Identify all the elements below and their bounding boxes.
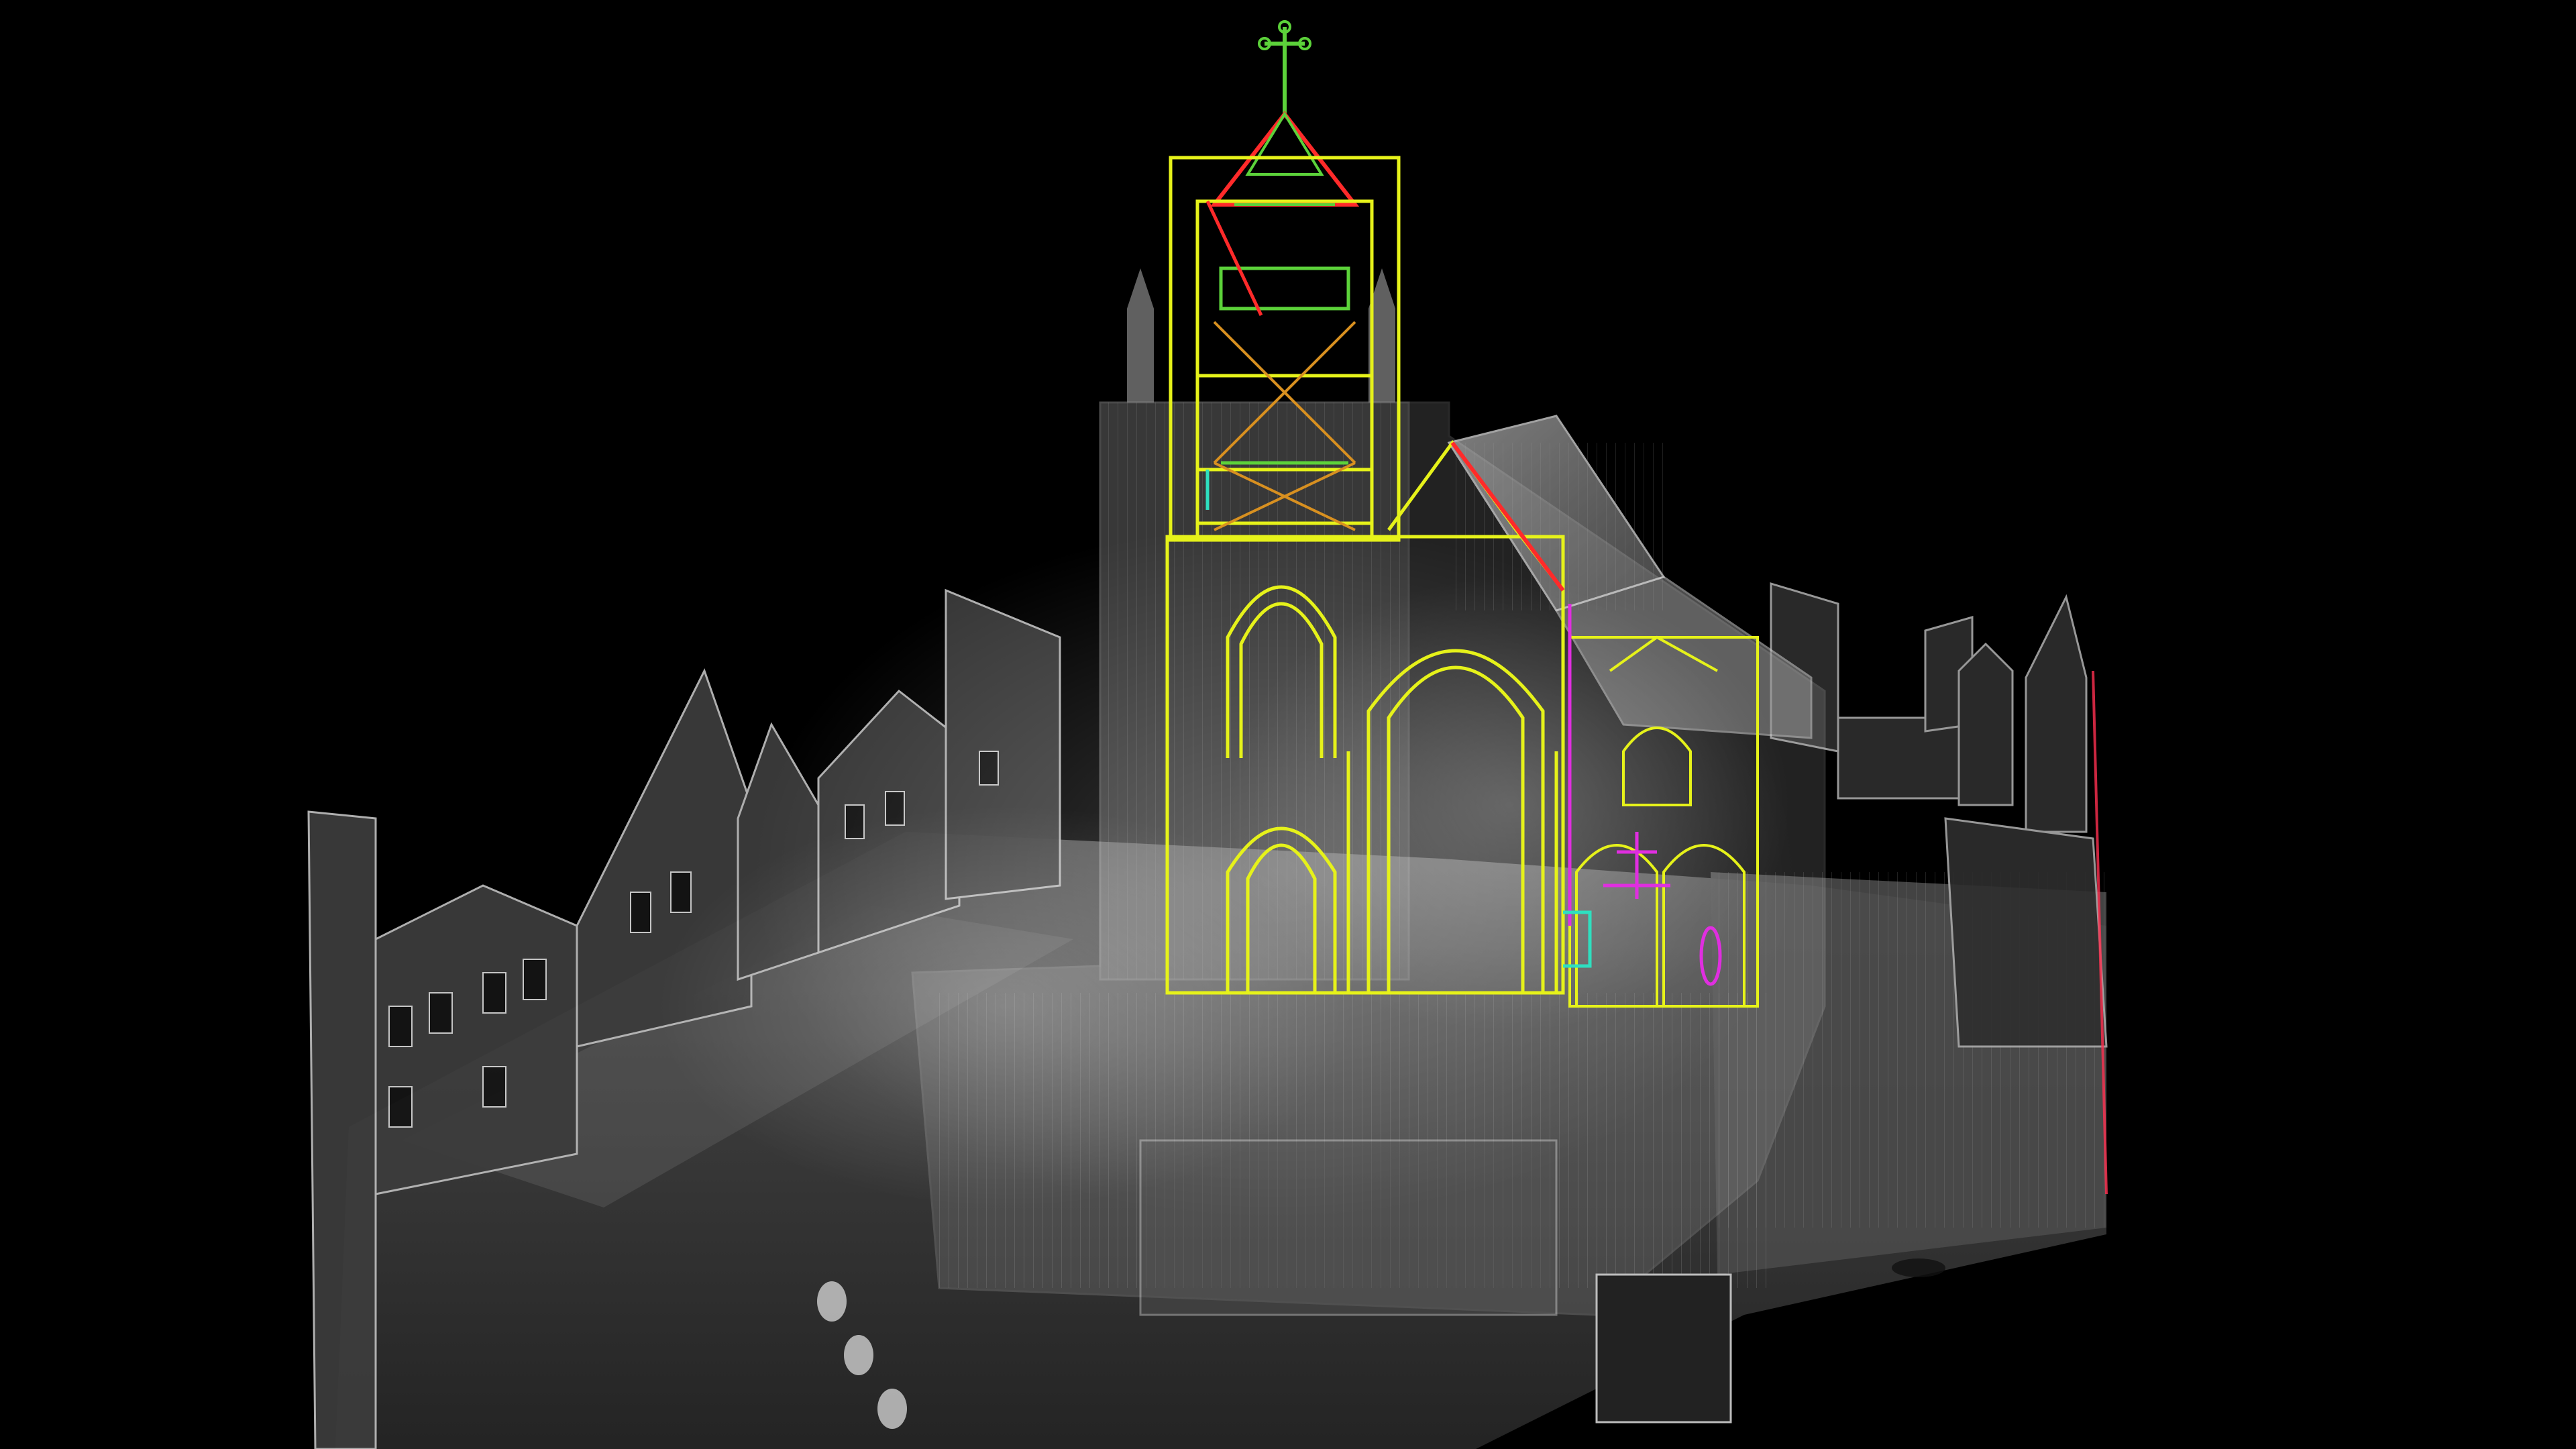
point-cloud-scene <box>0 0 2576 1449</box>
